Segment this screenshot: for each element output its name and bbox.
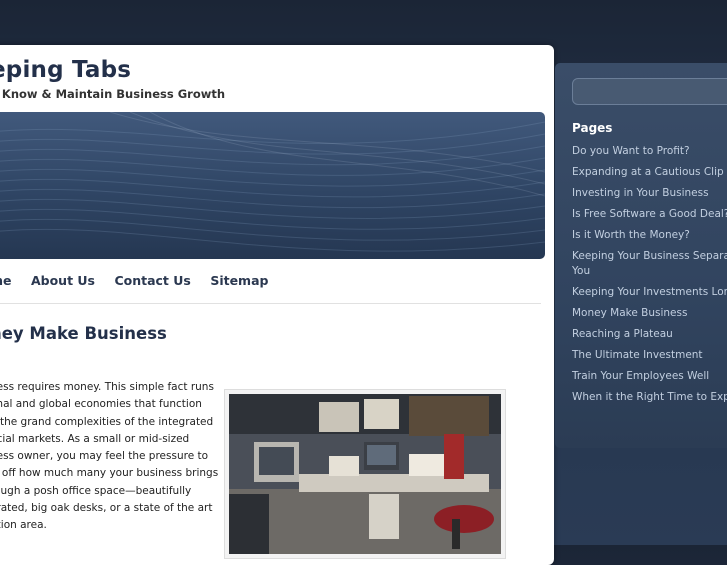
- main-nav: me About Us Contact Us Sitemap: [0, 272, 283, 290]
- post-body-line: rough a posh office space—beautifully: [0, 484, 192, 497]
- page-link[interactable]: Investing in Your Business: [572, 186, 727, 201]
- post-body-line: ness requires money. This simple fact ru…: [0, 381, 214, 393]
- pages-heading: Pages: [572, 121, 613, 135]
- page-link[interactable]: When it the Right Time to Expan: [572, 390, 727, 405]
- site-title[interactable]: eping Tabs: [0, 57, 131, 83]
- sidebar: Pages Do you Want to Profit? Expanding a…: [555, 63, 727, 448]
- post-body-line: ness owner, you may feel the pressure to: [0, 450, 209, 463]
- page-link[interactable]: Keeping Your Business Separa From You: [572, 249, 727, 279]
- page-link[interactable]: Is Free Software a Good Deal?: [572, 207, 727, 222]
- post-body-line: onal and global economies that function: [0, 398, 202, 411]
- post-title[interactable]: ney Make Business: [0, 324, 167, 343]
- nav-divider: [0, 303, 541, 304]
- main-content-card: eping Tabs o Know & Maintain Business Gr…: [0, 45, 554, 565]
- nav-home[interactable]: me: [0, 273, 12, 288]
- page-link[interactable]: Expanding at a Cautious Clip: [572, 165, 727, 180]
- page-link[interactable]: Keeping Your Investments Long: [572, 285, 727, 300]
- site-tagline: o Know & Maintain Business Growth: [0, 87, 226, 101]
- banner-wave-pattern: [0, 112, 545, 252]
- page-link[interactable]: The Ultimate Investment: [572, 348, 727, 363]
- page-link[interactable]: Money Make Business: [572, 306, 727, 321]
- page-link[interactable]: Do you Want to Profit?: [572, 144, 727, 159]
- sidebar-search-input[interactable]: [572, 78, 727, 105]
- post-body-line: orated, big oak desks, or a state of the…: [0, 502, 213, 515]
- page-link[interactable]: Is it Worth the Money?: [572, 228, 727, 243]
- pages-list: Do you Want to Profit? Expanding at a Ca…: [572, 144, 727, 411]
- nav-about-us[interactable]: About Us: [31, 273, 95, 288]
- post-body-line: ption area.: [0, 519, 47, 532]
- nav-contact-us[interactable]: Contact Us: [114, 273, 190, 288]
- post-body-line: w off how much many your business brings: [0, 467, 219, 480]
- post-body-line: ncial markets. As a small or mid-sized: [0, 432, 190, 445]
- page-link[interactable]: Train Your Employees Well: [572, 369, 727, 384]
- post-body: ness requires money. This simple fact ru…: [0, 379, 219, 535]
- office-desk-illustration: [229, 394, 501, 554]
- office-desk-photo: [224, 389, 506, 559]
- page-link[interactable]: Reaching a Plateau: [572, 327, 727, 342]
- header-banner: [0, 112, 545, 259]
- post-body-line: n the grand complexities of the integrat…: [0, 415, 214, 428]
- nav-sitemap[interactable]: Sitemap: [210, 273, 268, 288]
